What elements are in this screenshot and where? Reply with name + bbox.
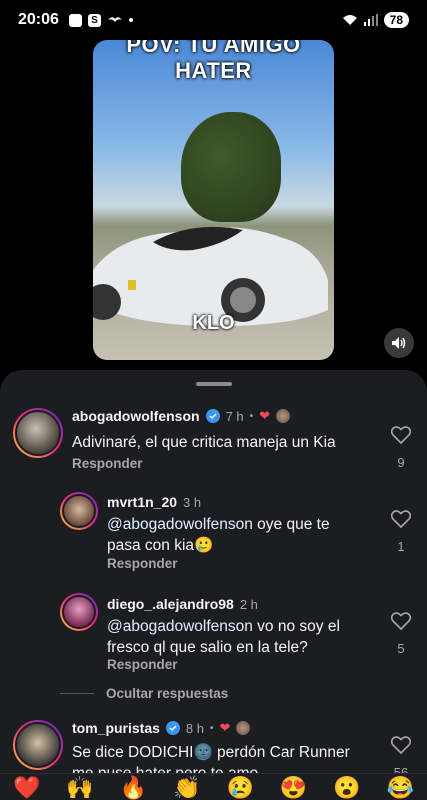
like-button[interactable]: 5 <box>389 612 413 656</box>
notification-icons: S <box>68 13 133 27</box>
signal-icon <box>363 14 378 26</box>
wifi-icon <box>342 15 357 25</box>
separator-dot: • <box>249 410 254 422</box>
sound-toggle-button[interactable] <box>384 328 414 358</box>
reply-button[interactable]: Responder <box>107 657 178 672</box>
mention-link[interactable]: @abogadowolfenson <box>107 618 253 635</box>
comments-sheet: abogadowolfenson 7 h • ❤ Adivinaré, el q… <box>0 370 427 800</box>
heart-outline-icon <box>390 612 412 631</box>
status-bar: 20:06 S 78 <box>0 0 427 40</box>
s-app-icon: S <box>87 13 101 27</box>
emoji-laughing-button[interactable]: 😂 <box>387 774 414 800</box>
creator-avatar-mini <box>236 721 251 735</box>
comment-time: 7 h <box>225 408 244 424</box>
emoji-surprised-button[interactable]: 😮 <box>333 774 360 800</box>
comment-time: 3 h <box>183 494 202 510</box>
creator-avatar-mini <box>276 409 291 423</box>
comment-text: @abogadowolfenson oye que te pasa con ki… <box>107 516 330 554</box>
like-button[interactable]: 1 <box>389 510 413 554</box>
comment-text: Adivinaré, el que critica maneja un Kia <box>72 434 336 451</box>
emoji-reaction-bar: ❤️ 🙌 🔥 👏 😢 😍 😮 😂 <box>0 773 427 800</box>
hide-replies-label: Ocultar respuestas <box>106 686 229 701</box>
separator-dot: • <box>210 722 214 734</box>
avatar[interactable] <box>13 720 63 770</box>
like-count: 1 <box>397 539 405 554</box>
like-count: 9 <box>397 455 405 470</box>
verified-badge-icon <box>205 409 220 423</box>
emoji-clap-button[interactable]: 👏 <box>173 774 200 800</box>
mention-link[interactable]: @abogadowolfenson <box>107 516 253 533</box>
video-title-line-1: POV: TU AMIGO <box>126 40 301 57</box>
app-notification-icon <box>68 13 82 27</box>
comment-time: 2 h <box>239 596 258 612</box>
heart-outline-icon <box>390 510 412 529</box>
more-notifications-dot <box>128 18 133 22</box>
hide-replies-button[interactable]: Ocultar respuestas <box>60 686 228 701</box>
comment-username[interactable]: mvrt1n_20 <box>107 494 177 510</box>
reply-button[interactable]: Responder <box>72 456 143 471</box>
video-preview[interactable]: POV: TU AMIGO HATER KLO <box>93 40 334 360</box>
comment-text: @abogadowolfenson vo no soy el fresco ql… <box>107 618 340 656</box>
emoji-heart-button[interactable]: ❤️ <box>13 774 40 800</box>
battery-indicator: 78 <box>383 12 409 28</box>
avatar[interactable] <box>60 593 98 631</box>
emoji-heart-eyes-button[interactable]: 😍 <box>280 774 307 800</box>
creator-liked-heart-icon: ❤ <box>259 408 271 423</box>
comment-time: 8 h <box>185 720 204 736</box>
speaker-icon <box>392 337 406 349</box>
bird-icon <box>107 17 122 22</box>
divider-line <box>60 693 94 694</box>
like-button[interactable]: 9 <box>389 426 413 470</box>
video-title-overlay: POV: TU AMIGO HATER <box>93 40 334 84</box>
creator-liked-heart-icon: ❤ <box>219 720 231 735</box>
sheet-drag-handle[interactable] <box>196 382 232 386</box>
reply-button[interactable]: Responder <box>107 556 178 571</box>
status-time: 20:06 <box>18 11 59 28</box>
emoji-raised-hands-button[interactable]: 🙌 <box>66 774 93 800</box>
comment-username[interactable]: diego_.alejandro98 <box>107 596 234 612</box>
heart-outline-icon <box>390 736 412 755</box>
avatar[interactable] <box>60 492 98 530</box>
verified-badge-icon <box>165 721 180 735</box>
like-count: 5 <box>397 641 405 656</box>
comment-username[interactable]: abogadowolfenson <box>72 408 200 424</box>
comment-username[interactable]: tom_puristas <box>72 720 160 736</box>
emoji-fire-button[interactable]: 🔥 <box>120 774 147 800</box>
video-title-line-2: HATER <box>175 58 252 83</box>
video-caption: KLO <box>192 312 235 334</box>
emoji-sad-button[interactable]: 😢 <box>226 774 253 800</box>
avatar[interactable] <box>13 408 63 458</box>
heart-outline-icon <box>390 426 412 445</box>
